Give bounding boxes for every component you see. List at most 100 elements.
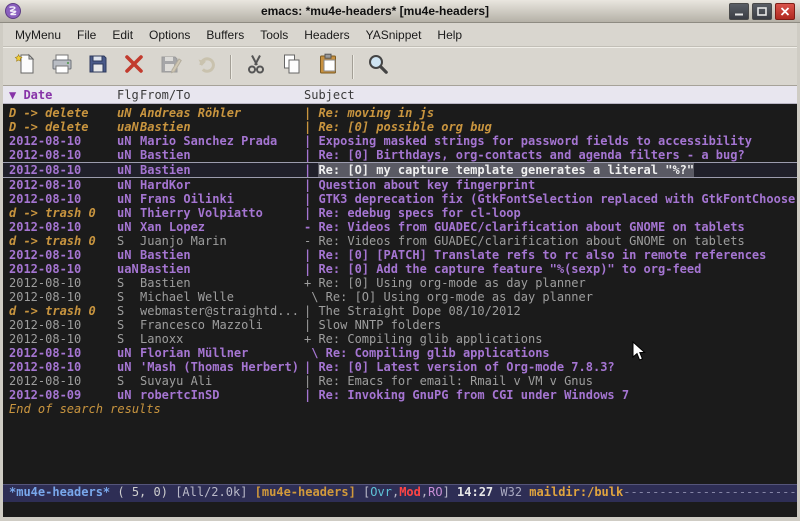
menu-item-tools[interactable]: Tools xyxy=(252,25,296,45)
search-button[interactable] xyxy=(363,52,393,82)
from-column-header[interactable]: From/To xyxy=(140,88,304,102)
message-subject: | Re: [0] possible org bug xyxy=(304,120,797,134)
message-subject: \ Re: [O] Using org-mode as day planner xyxy=(304,290,797,304)
message-date: 2012-08-10 xyxy=(9,332,117,346)
message-flags: S xyxy=(117,290,140,304)
current-line-highlight: Re: [O] my capture template generates a … xyxy=(318,163,694,177)
message-from: Lanoxx xyxy=(140,332,304,346)
message-flags: uN xyxy=(117,360,140,374)
message-row[interactable]: 2012-08-10uNXan Lopez- Re: Videos from G… xyxy=(3,220,797,234)
message-row[interactable]: D -> deleteuaNBastien| Re: [0] possible … xyxy=(3,120,797,134)
message-row[interactable]: 2012-08-10uNFlorian Müllner \ Re: Compil… xyxy=(3,346,797,360)
message-row[interactable]: 2012-08-10SLanoxx+ Re: Compiling glib ap… xyxy=(3,332,797,346)
echo-area[interactable] xyxy=(3,502,797,517)
save-as-button[interactable] xyxy=(155,52,185,82)
close-button[interactable] xyxy=(775,3,795,20)
message-flags: uN xyxy=(117,178,140,192)
maximize-button[interactable] xyxy=(752,3,772,20)
message-row[interactable]: 2012-08-10uNBastien| Re: [0] [PATCH] Tra… xyxy=(3,248,797,262)
message-flags: uN xyxy=(117,346,140,360)
modeline-segment: Ovr xyxy=(370,485,392,499)
menu-item-headers[interactable]: Headers xyxy=(296,25,357,45)
message-flags: uN xyxy=(117,134,140,148)
menu-item-edit[interactable]: Edit xyxy=(104,25,141,45)
new-file-button[interactable] xyxy=(11,52,41,82)
menu-item-file[interactable]: File xyxy=(69,25,104,45)
message-row[interactable]: 2012-08-09uNrobertcInSD| Re: Invoking Gn… xyxy=(3,388,797,402)
message-row[interactable]: 2012-08-10SMichael Welle \ Re: [O] Using… xyxy=(3,290,797,304)
message-from: robertcInSD xyxy=(140,388,304,402)
message-row[interactable]: 2012-08-10SFrancesco Mazzoli| Slow NNTP … xyxy=(3,318,797,332)
message-subject: + Re: [0] Using org-mode as day planner xyxy=(304,276,797,290)
message-from: Mario Sanchez Prada xyxy=(140,134,304,148)
message-row[interactable]: 2012-08-10uNHardKor| Question about key … xyxy=(3,178,797,192)
message-flags: S xyxy=(117,234,140,248)
modeline-segment: [mu4e-headers] xyxy=(255,485,363,499)
menu-item-mymenu[interactable]: MyMenu xyxy=(7,25,69,45)
message-from: Bastien xyxy=(140,163,304,177)
message-from: Frans Oilinki xyxy=(140,192,304,206)
save-button[interactable] xyxy=(83,52,113,82)
menu-item-options[interactable]: Options xyxy=(141,25,198,45)
message-row[interactable]: D -> deleteuNAndreas Röhler| Re: moving … xyxy=(3,106,797,120)
modeline-segment: Mod xyxy=(399,485,421,499)
message-row[interactable]: 2012-08-10SBastien+ Re: [0] Using org-mo… xyxy=(3,276,797,290)
minimize-button[interactable] xyxy=(729,3,749,20)
menu-item-yasnippet[interactable]: YASnippet xyxy=(358,25,430,45)
titlebar[interactable]: emacs: *mu4e-headers* [mu4e-headers] xyxy=(0,0,800,23)
modeline-segment: maildir:/bulk xyxy=(529,485,623,499)
toolbar-separator xyxy=(352,55,354,79)
message-row[interactable]: d -> trash 0uNThierry Volpiatto| Re: ede… xyxy=(3,206,797,220)
message-from: Bastien xyxy=(140,148,304,162)
message-row[interactable]: d -> trash 0SJuanjo Marin- Re: Videos fr… xyxy=(3,234,797,248)
message-flags: S xyxy=(117,318,140,332)
message-row[interactable]: 2012-08-10uNMario Sanchez Prada| Exposin… xyxy=(3,134,797,148)
copy-button[interactable] xyxy=(277,52,307,82)
menu-bar: MyMenuFileEditOptionsBuffersToolsHeaders… xyxy=(3,23,797,47)
message-from: Xan Lopez xyxy=(140,220,304,234)
menu-item-buffers[interactable]: Buffers xyxy=(198,25,252,45)
message-subject: | Question about key fingerprint xyxy=(304,178,797,192)
message-row[interactable]: 2012-08-10SSuvayu Ali| Re: Emacs for ema… xyxy=(3,374,797,388)
message-flags: uaN xyxy=(117,120,140,134)
subject-column-header[interactable]: Subject xyxy=(304,88,797,102)
paste-button[interactable] xyxy=(313,52,343,82)
undo-button[interactable] xyxy=(191,52,221,82)
message-from: HardKor xyxy=(140,178,304,192)
window-title: emacs: *mu4e-headers* [mu4e-headers] xyxy=(26,4,724,18)
toolbar-separator xyxy=(230,55,232,79)
message-flags: uN xyxy=(117,206,140,220)
message-from: Bastien xyxy=(140,262,304,276)
message-date: 2012-08-10 xyxy=(9,374,117,388)
modeline-segment: *mu4e-headers* xyxy=(9,485,110,499)
mode-line[interactable]: *mu4e-headers* ( 5, 0) [All/2.0k] [mu4e-… xyxy=(3,484,797,502)
message-row[interactable]: 2012-08-10uNFrans Oilinki| GTK3 deprecat… xyxy=(3,192,797,206)
menu-item-help[interactable]: Help xyxy=(429,25,470,45)
message-subject: | Re: [0] Add the capture feature "%(sex… xyxy=(304,262,797,276)
message-subject: - Re: Videos from GUADEC/clarification a… xyxy=(304,220,797,234)
message-row[interactable]: 2012-08-10uNBastien| Re: [0] Birthdays, … xyxy=(3,148,797,162)
minimize-icon xyxy=(734,7,744,16)
cut-icon xyxy=(244,52,268,81)
message-date: 2012-08-10 xyxy=(9,220,117,234)
message-row[interactable]: 2012-08-10uaNBastien| Re: [0] Add the ca… xyxy=(3,262,797,276)
message-mark: D -> delete xyxy=(9,106,117,120)
message-date: 2012-08-09 xyxy=(9,388,117,402)
message-flags: S xyxy=(117,276,140,290)
message-subject: \ Re: Compiling glib applications xyxy=(304,346,797,360)
flags-column-header[interactable]: Flgs xyxy=(117,88,140,102)
maximize-icon xyxy=(757,7,767,16)
mu4e-headers-buffer[interactable]: ▼ Date Flgs From/To Subject D -> deleteu… xyxy=(3,86,797,484)
message-mark: d -> trash 0 xyxy=(9,234,117,248)
message-row[interactable]: d -> trash 0Swebmaster@straightd...| The… xyxy=(3,304,797,318)
message-row-current[interactable]: 2012-08-10uNBastien| Re: [O] my capture … xyxy=(3,162,797,178)
print-button[interactable] xyxy=(47,52,77,82)
sort-by-date-header[interactable]: ▼ Date xyxy=(9,88,117,102)
message-subject: | The Straight Dope 08/10/2012 xyxy=(304,304,797,318)
modeline-segment: RO xyxy=(428,485,442,499)
cut-button[interactable] xyxy=(241,52,271,82)
message-date: 2012-08-10 xyxy=(9,262,117,276)
end-of-search-results: End of search results xyxy=(3,402,797,416)
close-buffer-button[interactable] xyxy=(119,52,149,82)
message-row[interactable]: 2012-08-10uN'Mash (Thomas Herbert)| Re: … xyxy=(3,360,797,374)
